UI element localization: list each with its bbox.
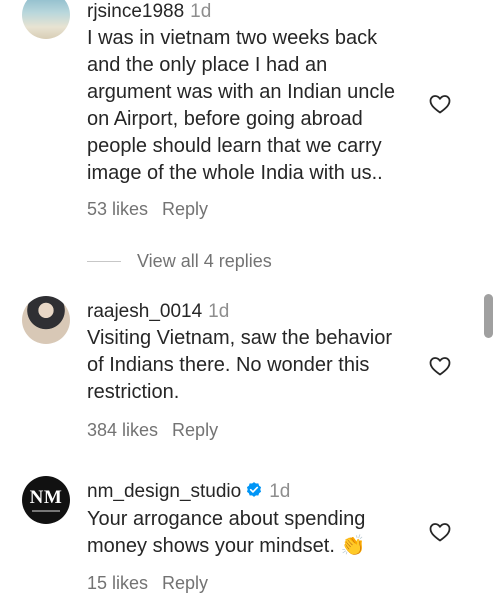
comment-line: restriction. xyxy=(87,381,180,403)
view-replies-label[interactable]: View all 4 replies xyxy=(137,251,272,272)
comment-header: nm_design_studio 1d xyxy=(87,480,290,504)
replies-divider xyxy=(87,260,121,262)
comment-age: 1d xyxy=(190,1,212,22)
view-replies-button[interactable]: View all 4 replies xyxy=(87,249,272,273)
avatar-raajesh_0014[interactable] xyxy=(22,296,70,344)
comment-age: 1d xyxy=(269,481,291,502)
comment-text: Visiting Vietnam, saw the behavior of In… xyxy=(87,325,417,406)
comment-meta: 384 likes Reply xyxy=(87,420,218,441)
reply-button[interactable]: Reply xyxy=(162,199,208,219)
comment-header: rjsince1988 1d xyxy=(87,0,211,24)
avatar-logo-text: NM xyxy=(29,487,63,508)
comment-text: I was in vietnam two weeks back and the … xyxy=(87,25,417,187)
avatar-logo-rule xyxy=(32,510,60,512)
avatar-nm_design_studio[interactable]: NM xyxy=(22,476,70,524)
heart-outline-icon[interactable] xyxy=(428,354,452,378)
comment-line: on Airport, before going abroad xyxy=(87,108,363,130)
comment-line: argument was with an Indian uncle xyxy=(87,81,395,103)
comment-line: money shows your mindset. 👏 xyxy=(87,535,366,557)
heart-outline-icon[interactable] xyxy=(428,520,452,544)
comment-age: 1d xyxy=(208,301,230,322)
comment-text: Your arrogance about spending money show… xyxy=(87,506,417,560)
scrollbar-thumb[interactable] xyxy=(484,294,493,338)
username[interactable]: rjsince1988 xyxy=(87,1,184,22)
likes-count[interactable]: 15 likes xyxy=(87,573,148,593)
comment-line: people should learn that we carry xyxy=(87,135,382,157)
username[interactable]: raajesh_0014 xyxy=(87,301,202,322)
comment-line: of Indians there. No wonder this xyxy=(87,354,370,376)
reply-button[interactable]: Reply xyxy=(172,420,218,440)
likes-count[interactable]: 53 likes xyxy=(87,199,148,219)
verified-badge-icon xyxy=(247,482,262,497)
comment-line: Visiting Vietnam, saw the behavior xyxy=(87,327,392,349)
comment-line: I was in vietnam two weeks back xyxy=(87,27,378,49)
avatar-rjsince1988[interactable] xyxy=(22,0,70,39)
reply-button[interactable]: Reply xyxy=(162,573,208,593)
comment-line: image of the whole India with us.. xyxy=(87,162,383,184)
comment-header: raajesh_0014 1d xyxy=(87,300,229,324)
likes-count[interactable]: 384 likes xyxy=(87,420,158,440)
comment-meta: 15 likes Reply xyxy=(87,573,208,594)
heart-outline-icon[interactable] xyxy=(428,92,452,116)
comment-line: Your arrogance about spending xyxy=(87,508,366,530)
comment-meta: 53 likes Reply xyxy=(87,199,208,220)
username[interactable]: nm_design_studio xyxy=(87,481,241,502)
comment-line: and the only place I had an xyxy=(87,54,328,76)
